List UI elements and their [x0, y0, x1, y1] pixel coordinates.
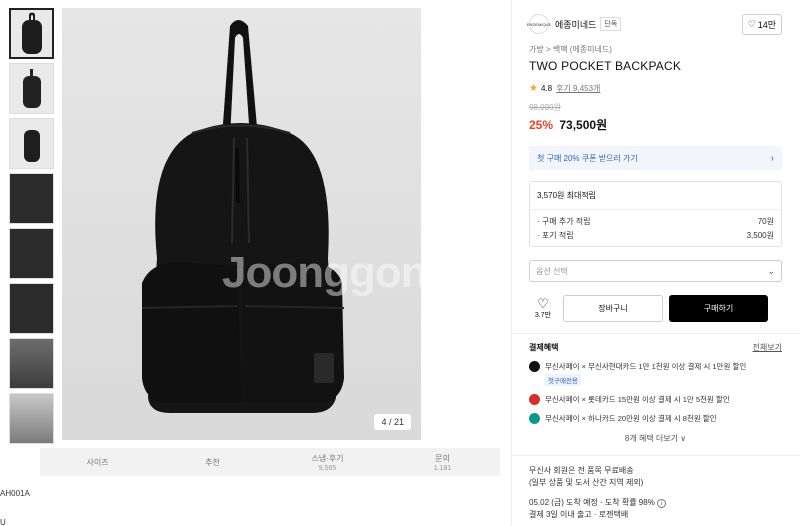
points-body: · 구매 추가 적립 70원 · 포기 적립 3,500원 [530, 210, 781, 246]
coupon-banner[interactable]: 첫 구매 20% 쿠폰 받으러 가기 › [529, 146, 782, 170]
discount-rate: 25% [529, 118, 554, 132]
benefit-item: 무신사페이 × 하나카드 20만원 이상 결제 시 8천원 할인 [529, 413, 782, 424]
info-icon[interactable]: i [657, 499, 667, 508]
card-icon [529, 361, 540, 372]
points-header: 3,570원 최대적립 [530, 182, 781, 210]
points-label: · 포기 적립 [537, 230, 574, 240]
tab-count: 9,565 [318, 464, 337, 472]
tab-reviews[interactable]: 스냅·후기 9,565 [270, 448, 385, 476]
backpack-image [141, 20, 345, 413]
coupon-text: 첫 구매 20% 쿠폰 받으러 가기 [537, 153, 638, 163]
points-box: 3,570원 최대적립 · 구매 추가 적립 70원 · 포기 적립 3,500… [529, 181, 782, 247]
divider [512, 455, 800, 456]
product-code: AH001A [0, 489, 30, 498]
watermark: Joonggonara [222, 248, 421, 297]
detail-tabs: 사이즈 추천 스냅·후기 9,565 문의 1,181 [40, 448, 500, 476]
divider [512, 333, 800, 334]
thumbnail[interactable] [9, 393, 54, 444]
shipping-line: 무신사 회원은 전 품목 무료배송 [529, 466, 634, 475]
chevron-right-icon: › [770, 152, 774, 164]
card-icon [529, 394, 540, 405]
thumbnail[interactable] [9, 173, 54, 224]
exclusive-badge: 단독 [600, 17, 622, 31]
benefit-text: 무신사페이 × 하나카드 20만원 이상 결제 시 8천원 할인 [545, 414, 717, 423]
like-button[interactable]: ♡ 3.7만 [529, 297, 557, 320]
thumbnail[interactable] [9, 118, 54, 169]
benefit-item: 무신사페이 × 무신사현대카드 1만 1천원 이상 결제 시 1만원 할인 첫구… [529, 361, 782, 386]
add-to-cart-button[interactable]: 장바구니 [563, 295, 663, 322]
benefits-title: 결제혜택 [529, 343, 559, 352]
product-title: TWO POCKET BACKPACK [529, 59, 682, 73]
more-benefits-button[interactable]: 8개 혜택 더보기 ∨ [529, 433, 782, 444]
benefit-text: 무신사페이 × 롯데카드 15만원 이상 결제 시 1만 5천원 할인 [545, 395, 730, 404]
product-page: Joonggonara 4 / 21 사이즈 추천 스냅·후기9,565 문의1… [0, 0, 800, 526]
buy-now-button[interactable]: 구매하기 [669, 295, 768, 322]
thumbnail[interactable] [9, 228, 54, 279]
tab-count: 1,181 [433, 464, 452, 472]
final-price: 73,500원 [559, 118, 608, 132]
card-icon [529, 413, 540, 424]
product-code-2: U [0, 518, 6, 526]
rating-row: ★ 4.8 후기 9,453개 [529, 83, 782, 94]
delivery-line: 결제 3일 이내 출고 · 로젠택배 [529, 510, 629, 519]
tab-label: 문의 [435, 453, 450, 463]
benefits-header: 결제혜택 전체보기 [529, 342, 782, 353]
brand-row: ENDEMIQUE 에종미네드 단독 ♡ 14만 [527, 10, 782, 38]
main-product-image[interactable]: Joonggonara 4 / 21 [62, 8, 421, 440]
review-count-link[interactable]: 후기 9,453개 [556, 83, 600, 94]
star-icon: ★ [529, 83, 538, 94]
benefit-item: 무신사페이 × 롯데카드 15만원 이상 결제 시 1만 5천원 할인 [529, 394, 782, 405]
option-placeholder: 옵션 선택 [536, 266, 568, 276]
image-counter: 4 / 21 [374, 414, 411, 430]
breadcrumb[interactable]: 가방 > 백팩 (에종미네드) [529, 44, 782, 55]
shipping-info: 무신사 회원은 전 품목 무료배송 (일부 상품 및 도서 산간 지역 제외) [529, 465, 782, 489]
heart-icon: ♡ [747, 18, 756, 29]
thumbnail[interactable] [9, 338, 54, 389]
chevron-down-icon: ⌄ [767, 265, 775, 276]
tab-label: 스냅·후기 [311, 453, 344, 463]
tab-label: 사이즈 [86, 457, 109, 467]
points-value: 70원 [757, 216, 774, 226]
original-price: 98,000원 [529, 103, 561, 112]
thumbnail-list [9, 8, 54, 448]
product-info-panel: ENDEMIQUE 에종미네드 단독 ♡ 14만 가방 > 백팩 (에종미네드)… [511, 0, 800, 526]
like-count: 3.7만 [534, 312, 552, 319]
points-label: · 구매 추가 적립 [537, 216, 591, 226]
purchase-actions: ♡ 3.7만 장바구니 구매하기 [529, 295, 782, 322]
tab-size[interactable]: 사이즈 [40, 448, 155, 476]
tab-label: 추천 [205, 457, 220, 467]
brand-like-count: 14만 [757, 19, 776, 30]
thumbnail[interactable] [9, 283, 54, 334]
thumbnail[interactable] [9, 8, 54, 59]
brand-logo[interactable]: ENDEMIQUE [527, 14, 551, 34]
tab-inquiry[interactable]: 문의 1,181 [385, 448, 500, 476]
shipping-line: (일부 상품 및 도서 산간 지역 제외) [529, 478, 644, 487]
thumbnail[interactable] [9, 63, 54, 114]
benefit-text: 무신사페이 × 무신사현대카드 1만 1천원 이상 결제 시 1만원 할인 [545, 362, 747, 371]
option-select[interactable]: 옵션 선택 ⌄ [529, 260, 782, 282]
benefit-tag: 첫구매전용 [545, 374, 581, 386]
points-row: · 구매 추가 적립 70원 [530, 214, 781, 228]
delivery-line: 05.02 (금) 도착 예정 · 도착 확률 98% [529, 498, 655, 507]
heart-icon: ♡ [537, 296, 549, 311]
points-row: · 포기 적립 3,500원 [530, 228, 781, 242]
rating-score: 4.8 [540, 84, 553, 93]
brand-name[interactable]: 에종미네드 [555, 18, 596, 31]
tab-recommend[interactable]: 추천 [155, 448, 270, 476]
price-row: 25% 73,500원 [529, 116, 782, 133]
benefits-view-all-link[interactable]: 전체보기 [753, 342, 782, 353]
points-value: 3,500원 [746, 230, 774, 240]
delivery-info: 05.02 (금) 도착 예정 · 도착 확률 98% i 결제 3일 이내 출… [529, 497, 782, 521]
brand-like-button[interactable]: ♡ 14만 [741, 13, 782, 35]
